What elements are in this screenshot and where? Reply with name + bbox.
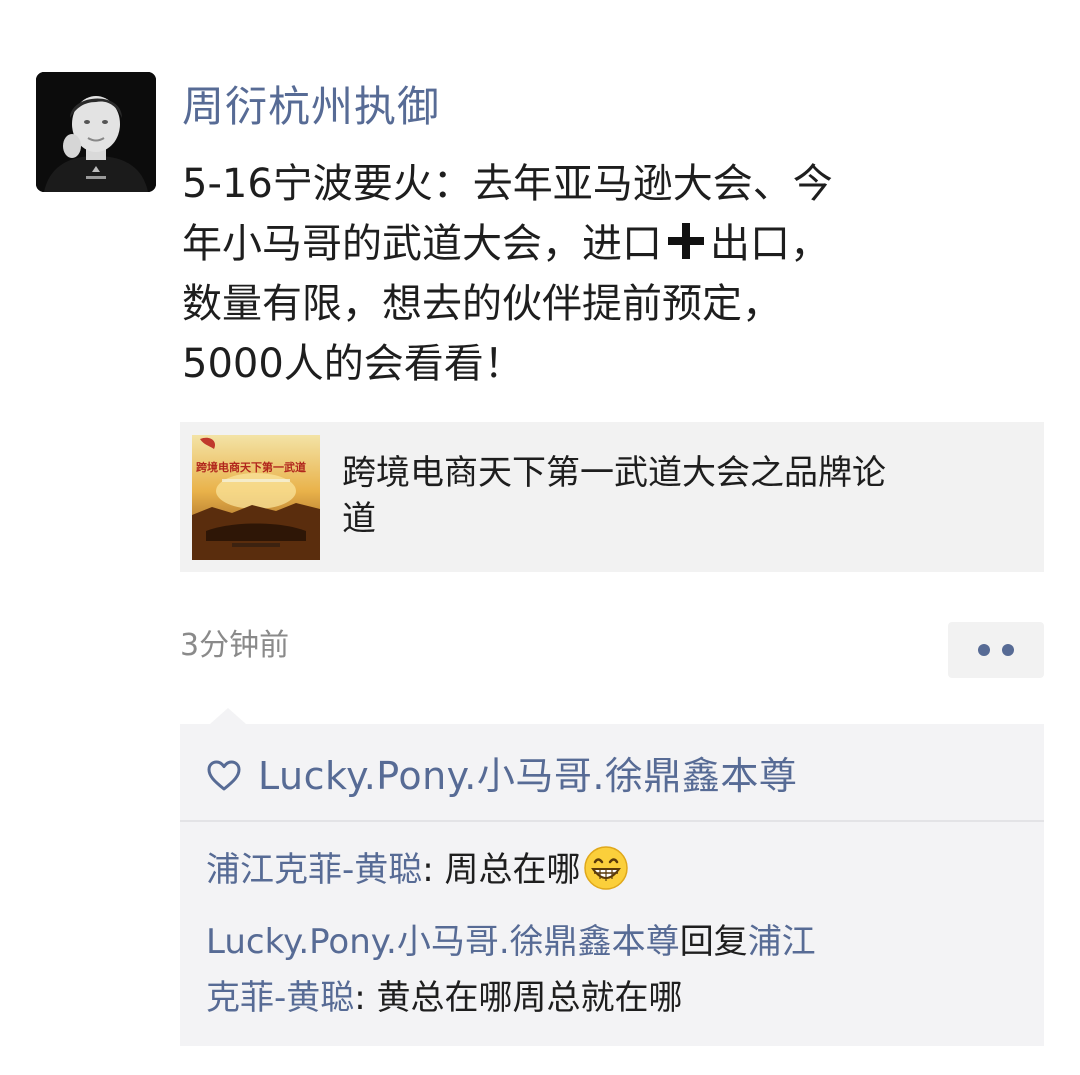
comment-reply-word: 回复 — [679, 922, 748, 962]
thumbnail-caption: 跨境电商天下第一武道 — [196, 460, 306, 474]
comment-line: 浦江克菲-黄聪: 周总在哪 — [206, 842, 1026, 898]
comment-item[interactable]: Lucky.Pony.小马哥.徐鼎鑫本尊回复浦江 克菲-黄聪: 黄总在哪周总就在… — [206, 914, 1026, 1026]
shared-link-card[interactable]: 跨境电商天下第一武道 跨境电商天下第一武道大会之品牌论 道 — [180, 422, 1044, 572]
comment-author[interactable]: 浦江克菲-黄聪 — [206, 850, 422, 890]
likes-row: Lucky.Pony.小马哥.徐鼎鑫本尊 — [206, 748, 797, 804]
comment-line: Lucky.Pony.小马哥.徐鼎鑫本尊回复浦江 — [206, 914, 1026, 970]
post-text-segment: 年小马哥的武道大会，进口 — [182, 221, 662, 267]
link-title: 跨境电商天下第一武道大会之品牌论 道 — [342, 450, 1022, 542]
grinning-face-emoji — [583, 846, 628, 890]
link-title-line: 跨境电商天下第一武道大会之品牌论 — [342, 453, 886, 493]
heart-outline-icon — [207, 760, 241, 791]
author-avatar[interactable] — [36, 72, 156, 192]
comment-item[interactable]: 浦江克菲-黄聪: 周总在哪 — [206, 842, 1026, 898]
post-timestamp: 3分钟前 — [180, 628, 290, 663]
comment-author[interactable]: Lucky.Pony.小马哥.徐鼎鑫本尊 — [206, 922, 680, 962]
comment-reply-target[interactable]: 浦江 — [748, 922, 816, 962]
post-text-line: 数量有限，想去的伙伴提前预定， — [182, 281, 782, 327]
comment-reply-target[interactable]: 克菲-黄聪 — [206, 978, 354, 1018]
comment-text: 黄总在哪周总就在哪 — [376, 978, 683, 1018]
panel-caret — [210, 708, 246, 724]
link-thumbnail-image: 跨境电商天下第一武道 — [192, 435, 320, 560]
post-text: 5-16宁波要火：去年亚马逊大会、今 年小马哥的武道大会，进口 出口， 数量有限，… — [182, 154, 1022, 394]
avatar-photo — [36, 72, 156, 192]
more-actions-button[interactable] — [948, 622, 1044, 678]
post-text-line: 5-16宁波要火：去年亚马逊大会、今 — [182, 161, 833, 207]
like-user-name[interactable]: Lucky.Pony.小马哥.徐鼎鑫本尊 — [258, 748, 797, 804]
post-text-line: 5000人的会看看！ — [182, 341, 524, 387]
comment-separator: : — [354, 978, 377, 1018]
link-thumbnail: 跨境电商天下第一武道 — [192, 435, 320, 560]
post-text-segment: 出口， — [710, 221, 830, 267]
link-title-line: 道 — [342, 499, 376, 539]
heavy-plus-icon — [668, 223, 704, 259]
post-text-line: 年小马哥的武道大会，进口 出口， — [182, 214, 1022, 274]
interactions-panel: Lucky.Pony.小马哥.徐鼎鑫本尊 浦江克菲-黄聪: 周总在哪 Lucky… — [180, 708, 1044, 1046]
author-name[interactable]: 周衍杭州执御 — [182, 78, 440, 136]
comment-line: 克菲-黄聪: 黄总在哪周总就在哪 — [206, 970, 1026, 1026]
comment-text: 周总在哪 — [444, 850, 581, 890]
comment-separator: : — [422, 850, 445, 890]
divider — [180, 820, 1044, 822]
